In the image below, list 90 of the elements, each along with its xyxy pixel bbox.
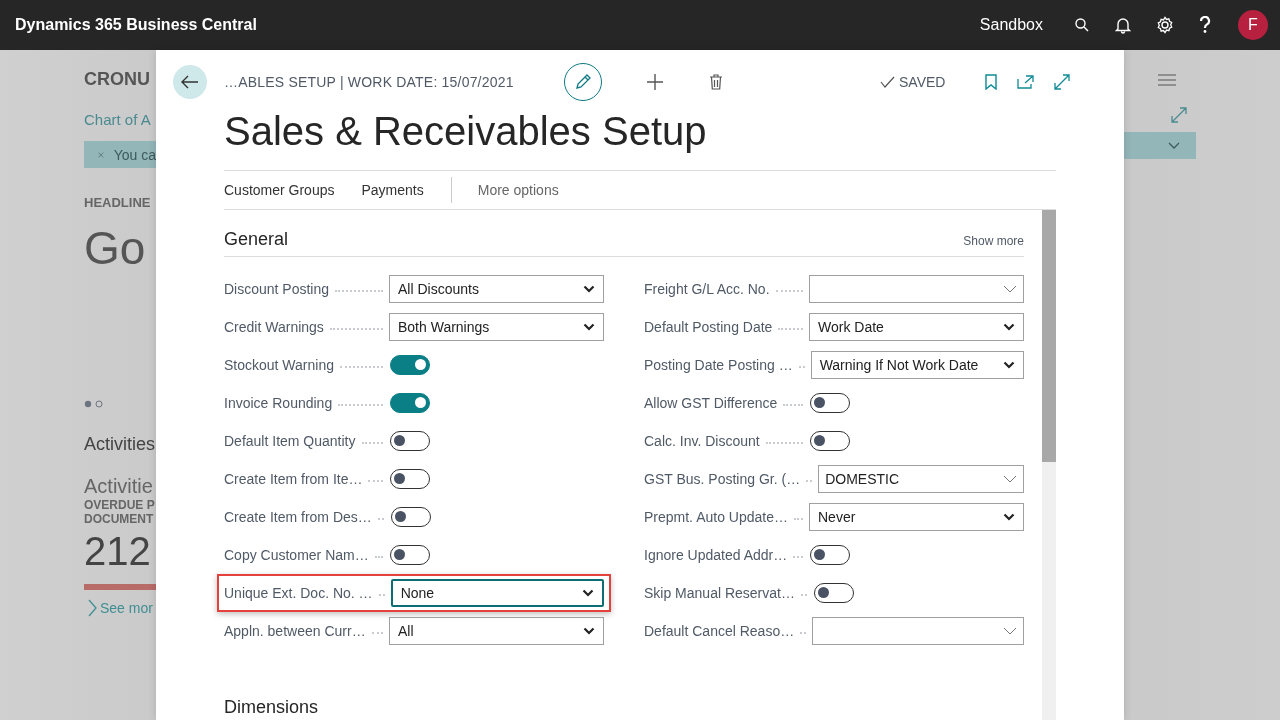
chevron-down-icon: [1003, 627, 1017, 635]
chevron-down-icon: [1003, 475, 1017, 483]
field-label: Prepmt. Auto Update…: [644, 509, 788, 525]
carousel-dots-icon: [84, 400, 104, 408]
check-icon: [880, 76, 895, 88]
field-label: GST Bus. Posting Gr. (…: [644, 471, 801, 487]
chevron-right-icon: [88, 599, 97, 617]
field-label: Create Item from Des…: [224, 509, 372, 525]
cue-group-title: Activitie: [84, 475, 153, 498]
page-title: Sales & Receivables Setup: [224, 108, 708, 155]
action-button[interactable]: Customer Groups: [224, 182, 335, 198]
app-name: Dynamics 365 Business Central: [15, 16, 257, 34]
chevron-down-icon[interactable]: [1168, 141, 1180, 150]
dropdown-field[interactable]: Work Date: [809, 313, 1024, 341]
field-label: Default Posting Date: [644, 319, 773, 335]
toggle-switch[interactable]: [390, 545, 430, 565]
user-avatar[interactable]: F: [1238, 10, 1268, 40]
chevron-down-icon: [583, 285, 595, 293]
chevron-down-icon: [1003, 323, 1015, 331]
open-new-window-icon[interactable]: [1017, 75, 1035, 89]
dropdown-field[interactable]: None: [390, 579, 604, 607]
breadcrumb: …ABLES SETUP | WORK DATE: 15/07/2021: [224, 74, 515, 90]
more-options-button[interactable]: More options: [477, 182, 559, 198]
help-icon[interactable]: [1199, 16, 1211, 34]
dropdown-field[interactable]: All Discounts: [389, 275, 604, 303]
field-label: Calc. Inv. Discount: [644, 433, 760, 449]
lookup-field[interactable]: [809, 275, 1024, 303]
section-title[interactable]: Dimensions: [224, 697, 319, 717]
company-name: CRONU: [84, 69, 150, 90]
cue-label: OVERDUE P: [84, 498, 155, 512]
cue-label: DOCUMENT: [84, 512, 154, 526]
plus-icon[interactable]: [646, 73, 664, 91]
chevron-down-icon: [582, 589, 594, 597]
dropdown-field[interactable]: Both Warnings: [389, 313, 604, 341]
show-more-link[interactable]: Show more: [963, 234, 1024, 248]
toggle-switch[interactable]: [810, 545, 850, 565]
section-title[interactable]: General: [224, 222, 289, 256]
save-status: SAVED: [899, 74, 946, 90]
dropdown-field[interactable]: Never: [809, 503, 1024, 531]
field-label: Posting Date Posting …: [644, 357, 793, 373]
field-label: Appln. between Curr…: [224, 623, 366, 639]
field-label: Invoice Rounding: [224, 395, 333, 411]
field-label: Unique Ext. Doc. No. …: [224, 585, 373, 601]
bell-icon[interactable]: [1115, 16, 1131, 34]
field-label: Skip Manual Reservat…: [644, 585, 795, 601]
dropdown-field[interactable]: Warning If Not Work Date: [810, 351, 1024, 379]
expand-icon[interactable]: [1054, 74, 1071, 90]
toggle-switch[interactable]: [390, 431, 430, 451]
field-label: Create Item from Ite…: [224, 471, 363, 487]
search-icon[interactable]: [1074, 17, 1090, 33]
field-label: Allow GST Difference: [644, 395, 778, 411]
arrow-left-icon: [181, 75, 199, 89]
trash-icon[interactable]: [709, 74, 723, 90]
field-label: Freight G/L Acc. No.: [644, 281, 770, 297]
field-label: Copy Customer Nam…: [224, 547, 369, 563]
lookup-field[interactable]: DOMESTIC: [818, 465, 1024, 493]
cue-value: 212: [84, 528, 151, 575]
back-button[interactable]: [173, 65, 207, 99]
toggle-switch[interactable]: [390, 355, 430, 375]
lookup-field[interactable]: [812, 617, 1024, 645]
chevron-down-icon: [583, 627, 595, 635]
field-label: Discount Posting: [224, 281, 330, 297]
toggle-switch[interactable]: [810, 393, 850, 413]
toggle-switch[interactable]: [810, 431, 850, 451]
action-button[interactable]: Payments: [361, 182, 424, 198]
cue-indicator-bar: [84, 584, 156, 590]
environment-label: Sandbox: [979, 16, 1043, 34]
scrollbar[interactable]: [1042, 210, 1056, 720]
field-label: Default Item Quantity: [224, 433, 356, 449]
section-title: Activities: [84, 434, 155, 455]
banner-text: You ca: [113, 146, 156, 163]
chevron-down-icon: [1003, 513, 1015, 521]
edit-button[interactable]: [564, 63, 602, 101]
pencil-icon: [574, 73, 592, 91]
toggle-switch[interactable]: [813, 583, 854, 603]
dropdown-field[interactable]: All: [389, 617, 604, 645]
chevron-down-icon: [1003, 361, 1015, 369]
settings-icon[interactable]: [1156, 16, 1174, 34]
field-label: Credit Warnings: [224, 319, 324, 335]
toggle-switch[interactable]: [390, 393, 430, 413]
bookmark-icon[interactable]: [985, 74, 998, 90]
field-label: Default Cancel Reaso…: [644, 623, 795, 639]
headline-label: HEADLINE: [84, 195, 151, 210]
toggle-switch[interactable]: [390, 507, 431, 527]
field-label: Ignore Updated Addr…: [644, 547, 788, 563]
field-label: Stockout Warning: [224, 357, 334, 373]
toggle-switch[interactable]: [390, 469, 430, 489]
headline-text: Go: [84, 221, 146, 276]
chevron-down-icon: [1003, 285, 1017, 293]
chevron-down-icon: [583, 323, 595, 331]
